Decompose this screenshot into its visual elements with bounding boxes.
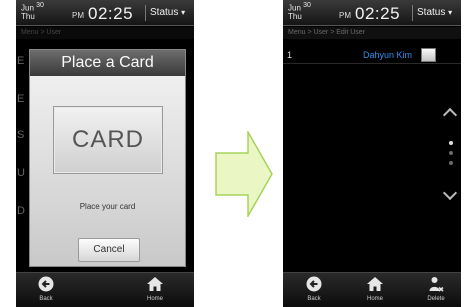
delete-button[interactable]: Delete [416,276,456,306]
transition-arrow-icon [215,131,273,217]
status-dropdown[interactable]: Status ▾ [417,7,452,18]
scroll-down-button[interactable] [442,185,458,201]
back-arrow-icon [38,276,54,292]
user-select-checkbox[interactable] [421,48,436,62]
delete-label: Delete [427,296,445,302]
ampm-label: PM [72,11,84,20]
back-arrow-icon [306,276,322,292]
date-weekday: Thu [288,12,302,21]
list-item[interactable]: 1 Dahyun Kim [283,48,461,64]
scroll-up-button[interactable] [442,107,458,123]
page-indicator-dot [449,161,453,165]
home-label: Home [366,296,383,302]
user-name: Dahyun Kim [363,50,413,60]
date-weekday: Thu [21,12,35,21]
card-placeholder: CARD [53,106,163,174]
chevron-down-icon: ▾ [448,8,453,17]
clock: 02:25 [355,4,401,23]
home-label: Home [146,296,163,302]
bottom-nav-bar: Back Home Delete [283,272,461,307]
home-button[interactable]: Home [135,276,175,306]
home-icon [147,277,163,291]
dialog-instruction: Place your card [79,202,136,211]
status-bar: Jun 30 Thu PM 02:25 Status ▾ [283,0,461,26]
bottom-nav-bar: Back Home [16,272,194,307]
back-button[interactable]: Back [294,276,334,306]
delete-user-icon [429,277,444,292]
user-number: 1 [287,50,293,60]
home-icon [367,277,383,291]
home-button[interactable]: Home [355,276,395,306]
clock: 02:25 [88,4,134,23]
right-device-screen: Jun 30 Thu PM 02:25 Status ▾ Menu > User… [283,0,461,307]
status-bar: Jun 30 Thu PM 02:25 Status ▾ [16,0,194,26]
left-device-screen: Jun 30 Thu PM 02:25 Status ▾ Menu > User… [16,0,194,307]
breadcrumb: Menu > User > Edit User [283,27,461,39]
status-separator [412,5,413,21]
chevron-down-icon: ▾ [181,8,186,17]
back-button[interactable]: Back [26,276,66,306]
ampm-label: PM [339,11,351,20]
status-separator [145,5,146,21]
cancel-button[interactable]: Cancel [78,238,140,262]
dialog-title: Place a Card [30,50,185,76]
back-label: Back [39,296,53,302]
page-indicator-dot [449,151,453,155]
status-dropdown[interactable]: Status ▾ [150,7,185,18]
place-card-dialog: Place a Card CARD Place your card Cancel [29,49,186,267]
page-indicator-dot-active [449,141,453,145]
back-label: Back [307,296,321,302]
